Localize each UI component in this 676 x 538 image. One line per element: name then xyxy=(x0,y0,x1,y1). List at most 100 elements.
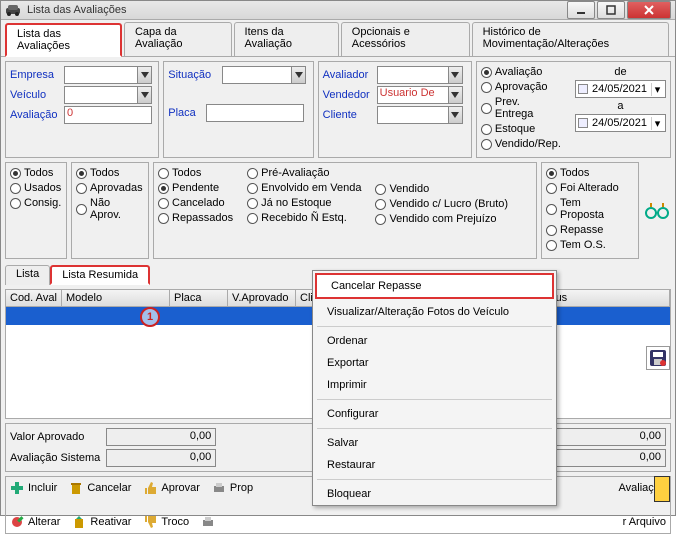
combo-situacao[interactable] xyxy=(222,66,306,84)
ctx-sep xyxy=(317,399,552,400)
subtab-lista[interactable]: Lista xyxy=(5,265,50,285)
thumb-down-icon xyxy=(143,515,157,529)
radio-recebido-n-estq[interactable]: Recebido Ñ Estq. xyxy=(247,212,361,224)
col-placa[interactable]: Placa xyxy=(170,290,228,306)
radio-pre-avaliacao[interactable]: Pré-Avaliação xyxy=(247,167,361,179)
radio-vendido-prejuizo[interactable]: Vendido com Prejuízo xyxy=(375,213,508,225)
panel-grupo-status: Todos Pendente Cancelado Repassados Pré-… xyxy=(153,162,537,259)
radio-vendido-rep[interactable]: Vendido/Rep. xyxy=(481,138,561,150)
window-title: Lista das Avaliações xyxy=(27,4,567,16)
radio-todos-4[interactable]: Todos xyxy=(546,167,626,179)
context-menu: Cancelar Repasse Visualizar/Alteração Fo… xyxy=(312,270,557,506)
radio-todos-3[interactable]: Todos xyxy=(158,167,233,179)
tab-itens-avaliacao[interactable]: Itens da Avaliação xyxy=(234,22,339,56)
radio-avaliacao[interactable]: Avaliação xyxy=(481,66,561,78)
panel-grupo-extra: Todos Foi Alterado Tem Proposta Repasse … xyxy=(541,162,639,259)
radio-pendente[interactable]: Pendente xyxy=(158,182,233,194)
btn-troco[interactable]: Troco xyxy=(143,515,189,529)
btn-prop[interactable]: Prop xyxy=(212,481,253,495)
combo-cliente[interactable] xyxy=(377,106,463,124)
ctx-bloquear[interactable]: Bloquear xyxy=(313,483,556,505)
date-from[interactable]: 24/05/2021▾ xyxy=(575,80,666,98)
ctx-exportar[interactable]: Exportar xyxy=(313,352,556,374)
lbl-situacao: Situação xyxy=(168,69,220,81)
radio-estoque[interactable]: Estoque xyxy=(481,123,561,135)
tab-opcionais[interactable]: Opcionais e Acessórios xyxy=(341,22,470,56)
combo-avaliador[interactable] xyxy=(377,66,463,84)
lbl-a: a xyxy=(617,100,623,112)
btn-reativar[interactable]: Reativar xyxy=(72,515,131,529)
radio-aprovadas[interactable]: Aprovadas xyxy=(76,182,136,194)
edit-icon xyxy=(10,515,24,529)
radio-todos-2[interactable]: Todos xyxy=(76,167,136,179)
combo-vendedor[interactable]: Usuario De xyxy=(377,86,463,104)
input-avaliacao[interactable]: 0 xyxy=(64,106,152,124)
ctx-sep xyxy=(317,428,552,429)
lbl-vendedor: Vendedor xyxy=(323,89,375,101)
tab-capa-avaliacao[interactable]: Capa da Avaliação xyxy=(124,22,232,56)
btn-incluir[interactable]: Incluir xyxy=(10,481,57,495)
save-icon[interactable] xyxy=(646,346,670,370)
col-modelo[interactable]: Modelo xyxy=(62,290,170,306)
ctx-restaurar[interactable]: Restaurar xyxy=(313,454,556,476)
radio-cancelado[interactable]: Cancelado xyxy=(158,197,233,209)
btn-inner-print[interactable] xyxy=(201,515,215,529)
printer-icon xyxy=(201,515,215,529)
radio-consig[interactable]: Consig. xyxy=(10,197,54,209)
trash-icon xyxy=(69,481,83,495)
radio-prev-entrega[interactable]: Prev. Entrega xyxy=(481,96,561,120)
radio-ja-estoque[interactable]: Já no Estoque xyxy=(247,197,361,209)
restore-icon xyxy=(72,515,86,529)
btn-alterar[interactable]: Alterar xyxy=(10,515,60,529)
date-to[interactable]: 24/05/2021▾ xyxy=(575,114,666,132)
btn-cancelar[interactable]: Cancelar xyxy=(69,481,131,495)
minimize-button[interactable] xyxy=(567,1,595,19)
lbl-empresa: Empresa xyxy=(10,69,62,81)
panel-grupo-tipo: Todos Usados Consig. xyxy=(5,162,67,259)
ctx-configurar[interactable]: Configurar xyxy=(313,403,556,425)
btn-aprovar[interactable]: Aprovar xyxy=(143,481,200,495)
tab-historico[interactable]: Histórico de Movimentação/Alterações xyxy=(472,22,669,56)
exit-icon[interactable] xyxy=(654,476,670,502)
ctx-sep xyxy=(317,326,552,327)
close-button[interactable] xyxy=(627,1,671,19)
radio-foi-alterado[interactable]: Foi Alterado xyxy=(546,182,626,194)
ctx-ordenar[interactable]: Ordenar xyxy=(313,330,556,352)
lbl-veiculo: Veículo xyxy=(10,89,62,101)
app-icon xyxy=(5,2,21,18)
ctx-visualizar-fotos[interactable]: Visualizar/Alteração Fotos do Veículo xyxy=(313,301,556,323)
annotation-marker-1: 1 xyxy=(140,307,160,327)
ctx-imprimir[interactable]: Imprimir xyxy=(313,374,556,396)
tab-lista-avaliacoes[interactable]: Lista das Avaliações xyxy=(5,23,122,57)
maximize-button[interactable] xyxy=(597,1,625,19)
panel-filtro-empresa: Empresa Veículo Avaliação 0 xyxy=(5,61,159,158)
ctx-cancelar-repasse[interactable]: Cancelar Repasse xyxy=(315,273,554,299)
col-vaprovado[interactable]: V.Aprovado xyxy=(228,290,296,306)
col-cod-aval[interactable]: Cod. Aval xyxy=(6,290,62,306)
combo-empresa[interactable] xyxy=(64,66,152,84)
radio-vendido[interactable]: Vendido xyxy=(375,183,508,195)
input-placa[interactable] xyxy=(206,104,304,122)
radio-repassados[interactable]: Repassados xyxy=(158,212,233,224)
radio-nao-aprov[interactable]: Não Aprov. xyxy=(76,197,136,221)
plus-icon xyxy=(10,481,24,495)
btn-arquivo[interactable]: r Arquivo xyxy=(623,515,666,529)
radio-vendido-lucro[interactable]: Vendido c/ Lucro (Bruto) xyxy=(375,198,508,210)
ctx-salvar[interactable]: Salvar xyxy=(313,432,556,454)
combo-veiculo[interactable] xyxy=(64,86,152,104)
panel-filtro-situacao: Situação Placa xyxy=(163,61,313,158)
titlebar: Lista das Avaliações xyxy=(1,1,675,20)
radio-tem-os[interactable]: Tem O.S. xyxy=(546,239,626,251)
radio-repasse[interactable]: Repasse xyxy=(546,224,626,236)
lbl-avaliacao-sistema: Avaliação Sistema xyxy=(10,452,100,464)
radio-todos-1[interactable]: Todos xyxy=(10,167,54,179)
printer-icon xyxy=(212,481,226,495)
panel-grupo-aprov: Todos Aprovadas Não Aprov. xyxy=(71,162,149,259)
lbl-valor-aprovado: Valor Aprovado xyxy=(10,431,100,443)
binoculars-icon[interactable] xyxy=(645,203,669,219)
radio-tem-proposta[interactable]: Tem Proposta xyxy=(546,197,626,221)
subtab-lista-resumida[interactable]: Lista Resumida xyxy=(50,265,150,285)
radio-envolvido-venda[interactable]: Envolvido em Venda xyxy=(247,182,361,194)
radio-aprovacao[interactable]: Aprovação xyxy=(481,81,561,93)
radio-usados[interactable]: Usados xyxy=(10,182,54,194)
